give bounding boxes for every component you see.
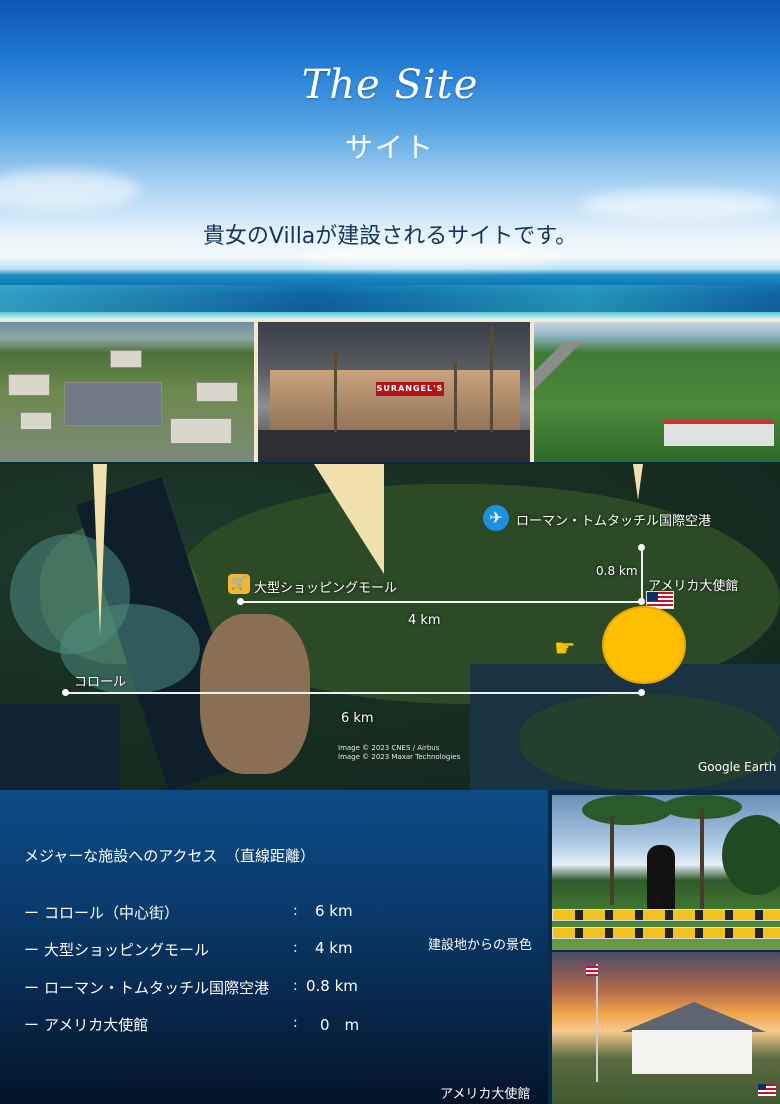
airplane-icon: ✈ [483, 505, 509, 531]
town-aerial-photo [0, 322, 254, 462]
google-earth-watermark: Google Earth [698, 760, 777, 774]
access-row-airport: ーローマン・トムタッチル国際空港 [24, 977, 269, 998]
access-title: メジャーな施設へのアクセス （直線距離） [24, 847, 316, 865]
access-row-mall: ー大型ショッピングモール [24, 939, 209, 960]
shoreline [0, 312, 780, 320]
site-location-marker [602, 606, 686, 684]
row-dash: ー [24, 941, 40, 959]
row-name: コロール（中心街） [44, 904, 180, 922]
row-value: 4 km [315, 939, 353, 957]
access-row-koror: ーコロール（中心街） [24, 902, 179, 923]
row-separator: : [293, 978, 298, 994]
row-name: 大型ショッピングモール [44, 941, 210, 959]
us-flag-icon [758, 1084, 776, 1096]
koror-label: コロール [74, 675, 127, 690]
mall-distance-label: 4 km [408, 613, 441, 628]
map-credit: Image © 2023 CNES / Airbus Image © 2023 … [338, 744, 460, 762]
row-dash: ー [24, 1016, 40, 1034]
airport-label: ローマン・トムタッチル国際空港 [516, 514, 712, 529]
view-caption: 建設地からの景色 [428, 938, 533, 953]
site-view-photo [552, 795, 780, 950]
page-subtitle: 貴女のVillaが建設されるサイトです。 [202, 224, 578, 249]
credit-line: Image © 2023 CNES / Airbus [338, 744, 440, 752]
shopping-mall-photo: SURANGEL'S [258, 322, 530, 462]
mall-sign: SURANGEL'S [376, 382, 444, 396]
row-dash: ー [24, 979, 40, 997]
row-dash: ー [24, 904, 40, 922]
row-value: 0 m [320, 1016, 360, 1034]
shopping-cart-icon: 🛒 [228, 574, 250, 594]
row-separator: : [293, 903, 298, 919]
row-value: 6 km [315, 902, 353, 920]
airport-distance-label: 0.8 km [596, 564, 638, 578]
row-name: アメリカ大使館 [44, 1016, 149, 1034]
embassy-caption: アメリカ大使館 [440, 1087, 531, 1102]
us-flag-icon [586, 966, 598, 976]
page-title: The Site [301, 62, 479, 108]
page-title-japanese: サイト [344, 131, 435, 164]
fence [552, 909, 780, 921]
embassy-building [632, 1030, 752, 1074]
fence [552, 927, 780, 939]
pointing-hand-icon: ☛ [554, 634, 576, 662]
row-separator: : [293, 1015, 298, 1031]
credit-line: Image © 2023 Maxar Technologies [338, 753, 461, 761]
koror-distance-label: 6 km [341, 711, 374, 726]
embassy-photo [552, 952, 780, 1104]
person-silhouette [647, 845, 675, 915]
access-row-embassy: ーアメリカ大使館 [24, 1014, 148, 1035]
row-value: 0.8 km [306, 977, 358, 995]
airport-aerial-photo [534, 322, 780, 462]
row-name: ローマン・トムタッチル国際空港 [44, 979, 270, 997]
mall-label: 大型ショッピングモール [254, 581, 398, 596]
row-separator: : [293, 940, 298, 956]
